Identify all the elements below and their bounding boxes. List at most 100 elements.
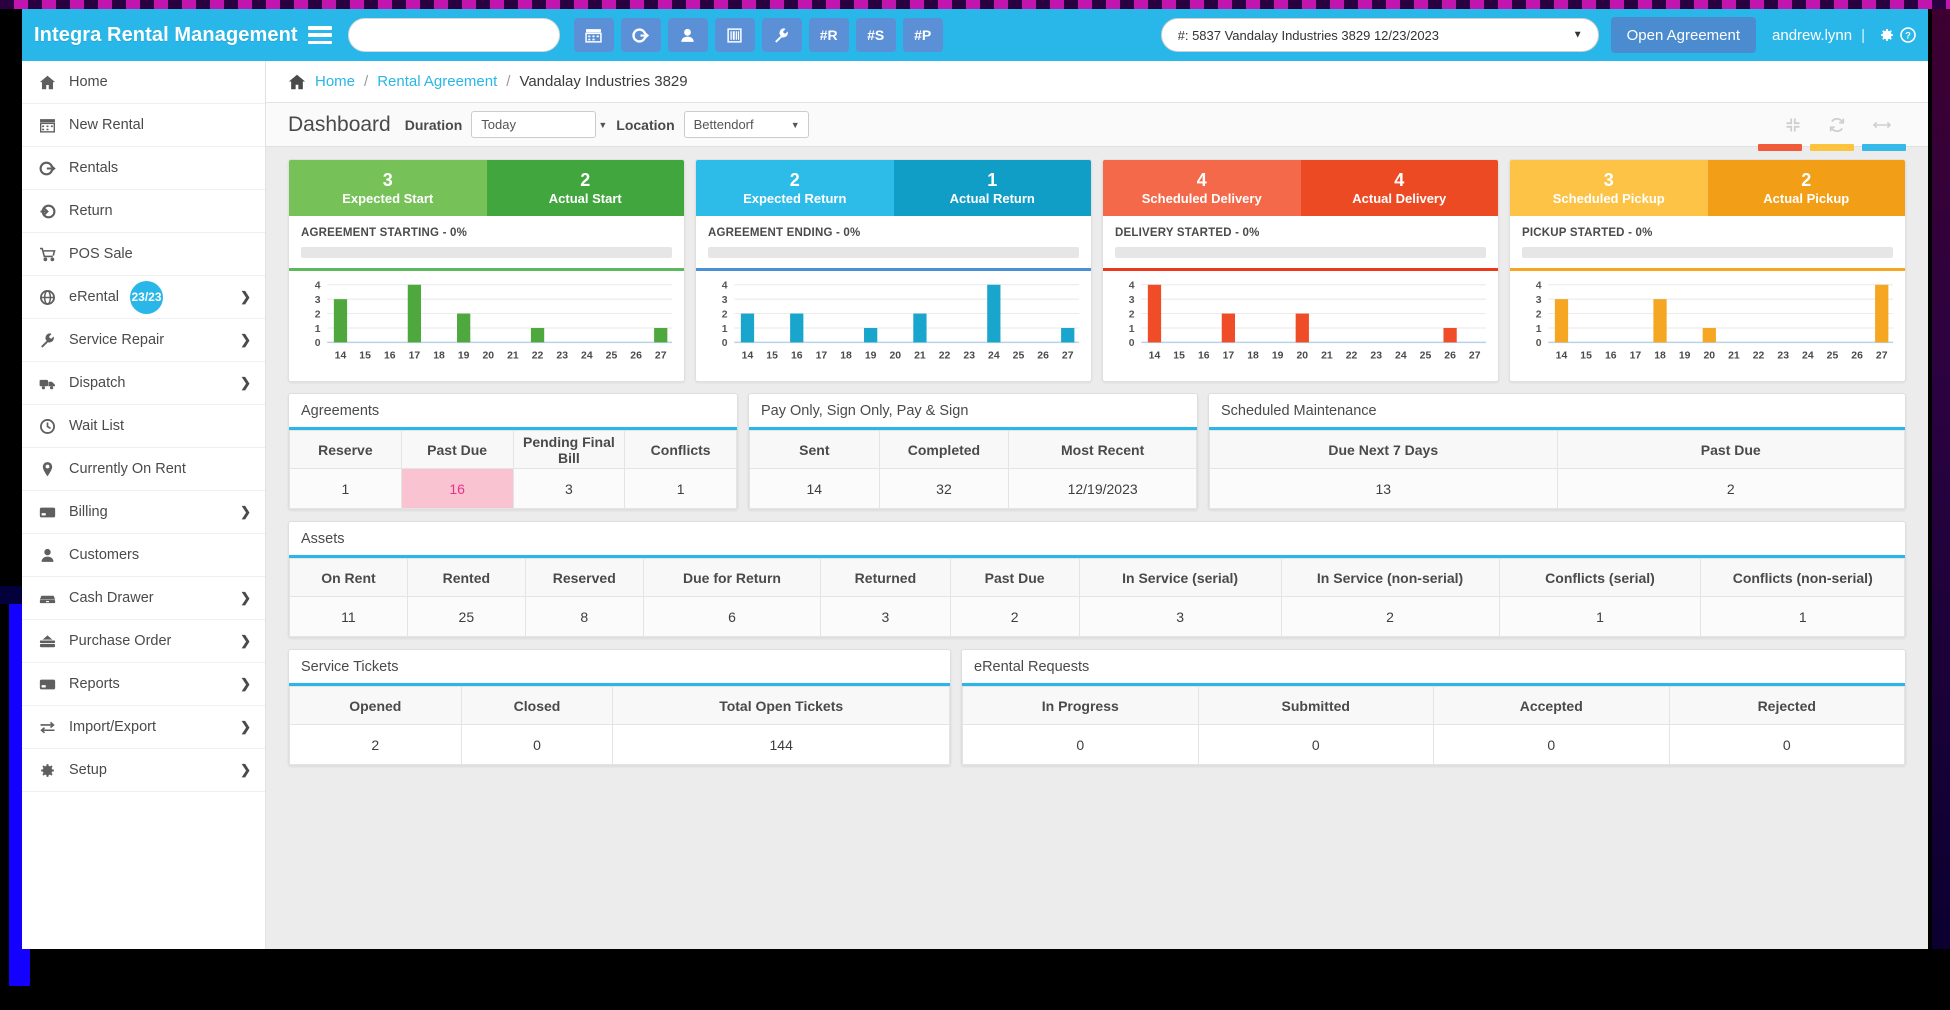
- cell-sent[interactable]: 14: [749, 468, 880, 509]
- breadcrumb-rental-agreement-link[interactable]: Rental Agreement: [377, 73, 497, 90]
- svg-text:26: 26: [1851, 351, 1863, 362]
- hash-r-button[interactable]: #R: [808, 18, 849, 52]
- wrench-icon[interactable]: [761, 18, 802, 52]
- sidebar-item-service-repair[interactable]: Service Repair ❯: [22, 319, 265, 362]
- cell-in-service-serial[interactable]: 3: [1078, 596, 1282, 637]
- cell-opened[interactable]: 2: [289, 724, 462, 765]
- open-agreement-button[interactable]: Open Agreement: [1610, 17, 1757, 53]
- kpi-expected-return[interactable]: 2 Expected Return: [696, 160, 894, 216]
- cell-rented[interactable]: 25: [406, 596, 526, 637]
- svg-text:18: 18: [840, 351, 852, 362]
- cell-closed[interactable]: 0: [460, 724, 614, 765]
- cell-reserve[interactable]: 1: [289, 468, 402, 509]
- cell-in-progress[interactable]: 0: [962, 724, 1199, 765]
- cell-accepted[interactable]: 0: [1433, 724, 1670, 765]
- sidebar-item-rentals[interactable]: Rentals: [22, 147, 265, 190]
- sidebar-item-purchase-order[interactable]: Purchase Order ❯: [22, 620, 265, 663]
- kpi-scheduled-delivery[interactable]: 4 Scheduled Delivery: [1103, 160, 1301, 216]
- cell-rejected[interactable]: 0: [1668, 724, 1905, 765]
- cell-completed[interactable]: 32: [878, 468, 1010, 509]
- location-select[interactable]: Bettendorf: [683, 111, 809, 138]
- sidebar-item-reports[interactable]: Reports ❯: [22, 663, 265, 706]
- refresh-icon[interactable]: [1828, 116, 1846, 134]
- collapse-icon[interactable]: [1784, 116, 1802, 134]
- column-header: Past Due: [1556, 430, 1905, 469]
- kpi-progress-bar: [708, 247, 1079, 258]
- sidebar-item-dispatch[interactable]: Dispatch ❯: [22, 362, 265, 405]
- cell-most-recent[interactable]: 12/19/2023: [1008, 468, 1197, 509]
- svg-text:4: 4: [1536, 281, 1542, 292]
- svg-text:19: 19: [1679, 351, 1691, 362]
- cell-conflicts-non-serial[interactable]: 1: [1700, 596, 1905, 637]
- gear-icon[interactable]: [1879, 27, 1895, 43]
- svg-text:0: 0: [722, 338, 728, 349]
- cell-past-due[interactable]: 16: [400, 468, 514, 509]
- column-header: Conflicts: [624, 430, 737, 469]
- top-navigation-bar: Integra Rental Management #R #S #P #: 58…: [22, 9, 1928, 61]
- sidebar-item-customers[interactable]: Customers: [22, 534, 265, 577]
- svg-text:15: 15: [1580, 351, 1592, 362]
- sidebar-item-return[interactable]: Return: [22, 190, 265, 233]
- kpi-actual-return[interactable]: 1 Actual Return: [893, 160, 1091, 216]
- svg-text:17: 17: [409, 351, 421, 362]
- calendar-icon[interactable]: [573, 18, 614, 52]
- erental-count-badge: 23/23: [129, 280, 163, 314]
- location-label: Location: [616, 116, 675, 133]
- duration-select[interactable]: Today: [471, 111, 597, 138]
- sidebar-item-billing[interactable]: Billing ❯: [22, 491, 265, 534]
- agreement-select[interactable]: #: 5837 Vandalay Industries 3829 12/23/2…: [1160, 18, 1599, 52]
- svg-text:19: 19: [458, 351, 470, 362]
- svg-text:?: ?: [1905, 31, 1911, 42]
- svg-text:23: 23: [963, 351, 975, 362]
- cell-returned[interactable]: 3: [820, 596, 951, 637]
- kpi-expected-start[interactable]: 3 Expected Start: [289, 160, 487, 216]
- sidebar-item-cash-drawer[interactable]: Cash Drawer ❯: [22, 577, 265, 620]
- cell-reserved[interactable]: 8: [524, 596, 644, 637]
- global-search-input[interactable]: [347, 18, 560, 52]
- svg-text:25: 25: [1827, 351, 1839, 362]
- hamburger-menu-icon[interactable]: [307, 26, 332, 44]
- kpi-scheduled-pickup[interactable]: 3 Scheduled Pickup: [1510, 160, 1708, 216]
- bar-chart-svg-1: 43210 14 15 16 17 18 19 20 21 22 23 24 2…: [315, 281, 673, 362]
- sidebar-item-import-export[interactable]: Import/Export ❯: [22, 706, 265, 749]
- hash-p-button[interactable]: #P: [902, 18, 943, 52]
- chevron-right-icon: ❯: [240, 289, 251, 304]
- sidebar-label: Setup: [69, 762, 107, 778]
- barcode-icon[interactable]: [714, 18, 755, 52]
- sidebar-item-pos-sale[interactable]: POS Sale: [22, 233, 265, 276]
- svg-text:25: 25: [606, 351, 618, 362]
- sidebar-item-setup[interactable]: Setup ❯: [22, 749, 265, 792]
- cell-conflicts[interactable]: 1: [624, 468, 737, 509]
- header-divider: |: [1861, 26, 1865, 44]
- sidebar-item-wait-list[interactable]: Wait List: [22, 405, 265, 448]
- breadcrumb-home-link[interactable]: Home: [315, 73, 355, 90]
- cell-submitted[interactable]: 0: [1197, 724, 1434, 765]
- customer-icon[interactable]: [667, 18, 708, 52]
- cell-on-rent[interactable]: 11: [289, 596, 408, 637]
- chevron-right-icon: ❯: [240, 332, 251, 347]
- cell-pending-final-bill[interactable]: 3: [512, 468, 626, 509]
- sidebar-item-new-rental[interactable]: New Rental: [22, 104, 265, 147]
- rental-out-icon[interactable]: [620, 18, 661, 52]
- hash-s-button[interactable]: #S: [855, 18, 896, 52]
- cell-due-next-7-days[interactable]: 13: [1209, 468, 1558, 509]
- resize-horizontal-icon[interactable]: [1872, 116, 1892, 134]
- duration-label: Duration: [404, 116, 463, 133]
- svg-text:23: 23: [1777, 351, 1789, 362]
- help-icon[interactable]: ?: [1900, 27, 1916, 43]
- cell-past-due[interactable]: 2: [949, 596, 1080, 637]
- report-icon: [39, 676, 63, 693]
- cell-past-due[interactable]: 2: [1556, 468, 1905, 509]
- cell-in-service-non-serial[interactable]: 2: [1280, 596, 1500, 637]
- panel-row-assets: Assets On Rent Rented Reserved Due for R…: [288, 521, 1906, 638]
- kpi-actual-delivery[interactable]: 4 Actual Delivery: [1300, 160, 1498, 216]
- kpi-actual-pickup[interactable]: 2 Actual Pickup: [1707, 160, 1905, 216]
- sidebar-item-erental[interactable]: eRental 23/23 ❯: [22, 276, 265, 319]
- svg-text:1: 1: [1129, 324, 1135, 335]
- cell-total-open-tickets[interactable]: 144: [612, 724, 950, 765]
- sidebar-item-currently-on-rent[interactable]: Currently On Rent: [22, 448, 265, 491]
- cell-conflicts-serial[interactable]: 1: [1498, 596, 1702, 637]
- kpi-actual-start[interactable]: 2 Actual Start: [486, 160, 684, 216]
- cell-due-for-return[interactable]: 6: [642, 596, 822, 637]
- sidebar-item-home[interactable]: Home: [22, 61, 265, 104]
